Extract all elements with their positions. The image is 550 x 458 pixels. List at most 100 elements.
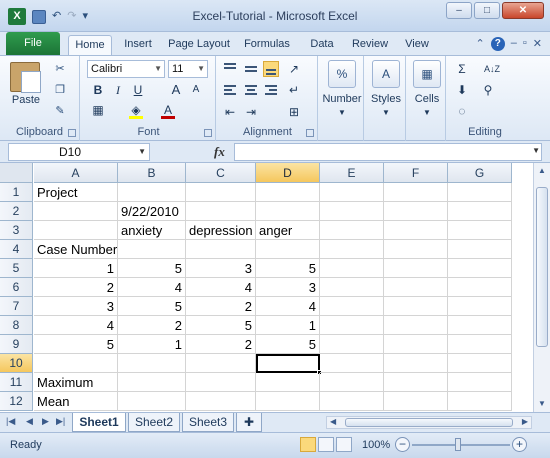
- cell-d3[interactable]: anger: [256, 221, 320, 240]
- cell-e9[interactable]: [320, 335, 384, 354]
- doc-restore-icon[interactable]: ▫: [523, 37, 527, 51]
- fill-color-icon[interactable]: ◈: [128, 102, 144, 119]
- row-header-6[interactable]: 6: [0, 278, 33, 297]
- last-sheet-icon[interactable]: ▶|: [56, 416, 65, 427]
- font-color-icon[interactable]: A: [160, 102, 176, 119]
- sort-filter-icon[interactable]: A↓Z: [480, 61, 504, 77]
- cells-button[interactable]: ▦: [412, 60, 442, 90]
- paste-icon[interactable]: [10, 62, 41, 93]
- cell-b9[interactable]: 1: [118, 335, 186, 354]
- row-header-12[interactable]: 12: [0, 392, 33, 411]
- cell-c3[interactable]: depression: [186, 221, 256, 240]
- maximize-button[interactable]: □: [474, 2, 500, 19]
- cell-d6[interactable]: 3: [256, 278, 320, 297]
- vertical-scroll-thumb[interactable]: [536, 187, 548, 347]
- zoom-slider-track[interactable]: [412, 444, 510, 446]
- page-layout-view-icon[interactable]: [318, 437, 334, 452]
- zoom-in-icon[interactable]: +: [512, 437, 527, 452]
- cell-b8[interactable]: 2: [118, 316, 186, 335]
- cell-f5[interactable]: [384, 259, 448, 278]
- cell-f4[interactable]: [384, 240, 448, 259]
- sheet-tab-sheet3[interactable]: Sheet3: [182, 413, 234, 432]
- cell-a1[interactable]: Project: [34, 183, 118, 202]
- minimize-ribbon-icon[interactable]: ⌃: [476, 37, 485, 51]
- italic-button[interactable]: I: [110, 82, 126, 98]
- clear-icon[interactable]: ◌: [454, 103, 470, 119]
- cell-g3[interactable]: [448, 221, 512, 240]
- cell-c7[interactable]: 2: [186, 297, 256, 316]
- alignment-launcher-icon[interactable]: [306, 129, 314, 137]
- cell-d11[interactable]: [256, 373, 320, 392]
- cell-g7[interactable]: [448, 297, 512, 316]
- cell-d5[interactable]: 5: [256, 259, 320, 278]
- cell-c6[interactable]: 4: [186, 278, 256, 297]
- cell-c11[interactable]: [186, 373, 256, 392]
- cell-b10[interactable]: [118, 354, 186, 373]
- row-header-5[interactable]: 5: [0, 259, 33, 278]
- merge-center-icon[interactable]: ⊞: [286, 104, 302, 120]
- underline-button[interactable]: U: [130, 82, 146, 98]
- sheet-tab-sheet2[interactable]: Sheet2: [128, 413, 180, 432]
- cell-f6[interactable]: [384, 278, 448, 297]
- cell-d4[interactable]: [256, 240, 320, 259]
- cell-c8[interactable]: 5: [186, 316, 256, 335]
- cell-g1[interactable]: [448, 183, 512, 202]
- paste-button-label[interactable]: Paste: [6, 94, 46, 106]
- cell-d7[interactable]: 4: [256, 297, 320, 316]
- row-header-2[interactable]: 2: [0, 202, 33, 221]
- close-button[interactable]: ✕: [502, 2, 544, 19]
- cell-e7[interactable]: [320, 297, 384, 316]
- normal-view-icon[interactable]: [300, 437, 316, 452]
- bottom-align-icon[interactable]: [263, 61, 279, 77]
- cell-f3[interactable]: [384, 221, 448, 240]
- cell-b7[interactable]: 5: [118, 297, 186, 316]
- cell-f2[interactable]: [384, 202, 448, 221]
- cell-b12[interactable]: [118, 392, 186, 411]
- cell-b4[interactable]: [118, 240, 186, 259]
- page-break-view-icon[interactable]: [336, 437, 352, 452]
- tab-home[interactable]: Home: [68, 35, 112, 55]
- cell-e8[interactable]: [320, 316, 384, 335]
- cell-g10[interactable]: [448, 354, 512, 373]
- doc-close-icon[interactable]: ✕: [533, 37, 542, 51]
- cell-a5[interactable]: 1: [34, 259, 118, 278]
- scroll-up-icon[interactable]: ▲: [536, 165, 548, 177]
- wrap-text-icon[interactable]: ↵: [286, 82, 302, 98]
- bold-button[interactable]: B: [90, 82, 106, 98]
- shrink-font-button[interactable]: A: [188, 82, 204, 98]
- scroll-down-icon[interactable]: ▼: [536, 398, 548, 410]
- fill-icon[interactable]: ⬇: [454, 82, 470, 98]
- cell-g8[interactable]: [448, 316, 512, 335]
- expand-formula-bar-icon[interactable]: ▼: [532, 146, 540, 155]
- cell-f11[interactable]: [384, 373, 448, 392]
- cell-b1[interactable]: [118, 183, 186, 202]
- tab-view[interactable]: View: [402, 35, 432, 55]
- name-box[interactable]: D10 ▼: [8, 143, 150, 161]
- row-header-1[interactable]: 1: [0, 183, 33, 202]
- cell-f10[interactable]: [384, 354, 448, 373]
- prev-sheet-icon[interactable]: ◀: [26, 416, 33, 427]
- tab-formulas[interactable]: Formulas: [242, 35, 292, 55]
- cells-label[interactable]: Cells: [408, 93, 446, 105]
- tab-file[interactable]: File: [6, 32, 60, 55]
- font-launcher-icon[interactable]: [204, 129, 212, 137]
- cell-g11[interactable]: [448, 373, 512, 392]
- vertical-scrollbar[interactable]: ▲ ▼: [533, 163, 550, 412]
- sheet-tab-sheet1[interactable]: Sheet1: [72, 413, 126, 432]
- column-header-e[interactable]: E: [320, 163, 384, 183]
- cell-g9[interactable]: [448, 335, 512, 354]
- row-header-4[interactable]: 4: [0, 240, 33, 259]
- tab-data[interactable]: Data: [306, 35, 338, 55]
- cell-f8[interactable]: [384, 316, 448, 335]
- cell-a10[interactable]: [34, 354, 118, 373]
- cell-g4[interactable]: [448, 240, 512, 259]
- cell-b2[interactable]: 9/22/2010: [118, 202, 186, 221]
- font-size-select[interactable]: 11 ▼: [168, 60, 208, 78]
- column-header-c[interactable]: C: [186, 163, 256, 183]
- cell-c2[interactable]: [186, 202, 256, 221]
- insert-sheet-icon[interactable]: ✚: [236, 413, 262, 432]
- cell-g2[interactable]: [448, 202, 512, 221]
- borders-icon[interactable]: ▦: [90, 102, 106, 118]
- cell-a9[interactable]: 5: [34, 335, 118, 354]
- grow-font-button[interactable]: A: [168, 82, 184, 98]
